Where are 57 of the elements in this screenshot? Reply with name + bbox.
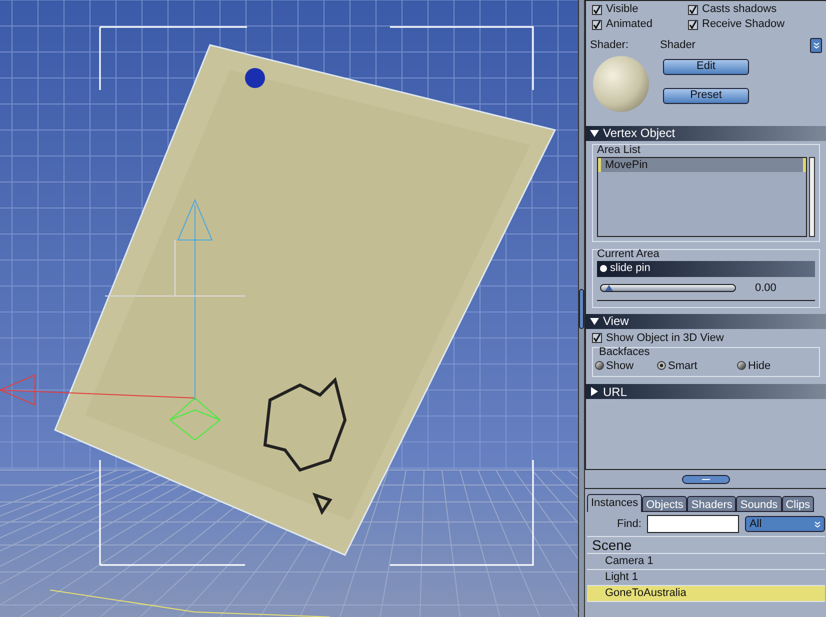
scene-item[interactable]: Camera 1 [587, 554, 826, 570]
radio-option[interactable]: Show [595, 358, 657, 374]
checkbox[interactable] [592, 4, 602, 14]
browser-tab[interactable]: Instances [587, 494, 642, 512]
browser-tab[interactable]: Sounds [736, 496, 782, 512]
browser-tab[interactable]: Clips [782, 496, 814, 512]
splitter-handle[interactable] [579, 288, 584, 328]
checkbox-label: Show Object in 3D View [606, 330, 724, 346]
checkbox-label: Animated [606, 17, 652, 32]
checkbox-label: Receive Shadow [702, 17, 785, 32]
checkbox-label: Visible [606, 2, 638, 18]
check-icon [593, 334, 601, 342]
section-header[interactable]: View [586, 314, 826, 328]
checkbox[interactable] [688, 4, 698, 14]
area-list[interactable]: MovePin [597, 156, 808, 236]
slider-value: 0.00 [755, 280, 776, 296]
dropdown-button[interactable] [810, 38, 822, 53]
triangle-right-icon [590, 387, 599, 396]
section-header[interactable]: Vertex Object [586, 126, 826, 140]
slider-track[interactable] [600, 284, 736, 292]
pane-resize-handle[interactable] [682, 475, 730, 484]
area-list-item[interactable]: MovePin [598, 158, 806, 172]
triangle-down-icon [590, 128, 599, 138]
find-input[interactable] [647, 515, 740, 533]
bullet-icon [600, 265, 607, 272]
radio-button[interactable] [657, 361, 666, 370]
scene-group-header[interactable]: Scene [587, 536, 826, 554]
browser-tab[interactable]: Shaders [687, 496, 736, 512]
viewport-3d-drawing[interactable] [0, 0, 578, 617]
checkbox[interactable] [688, 20, 698, 30]
chevron-down-icon [814, 520, 822, 528]
shader-name: Shader [660, 38, 696, 53]
scrollbar[interactable] [809, 156, 816, 236]
area-name-bar: slide pin [597, 260, 816, 276]
radio-button[interactable] [737, 361, 746, 370]
radio-option[interactable]: Smart [657, 358, 737, 374]
group-label: Current Area [597, 248, 660, 260]
find-label: Find: [617, 516, 642, 532]
group-label: Area List [597, 144, 642, 156]
radio-option[interactable]: Hide [737, 358, 818, 374]
filter-dropdown[interactable]: All [745, 516, 826, 532]
chevron-down-icon [812, 42, 820, 49]
checkbox[interactable] [592, 20, 602, 30]
browser-tab[interactable]: Objects [642, 496, 688, 512]
group-label: Backfaces [598, 346, 651, 358]
shader-label: Shader: [590, 38, 630, 53]
panel-splitter[interactable] [578, 0, 585, 617]
shader-button[interactable]: Edit [663, 58, 749, 74]
slider-thumb[interactable] [605, 284, 613, 291]
radio-button[interactable] [595, 361, 604, 370]
triangle-down-icon [590, 316, 599, 326]
scene-item[interactable]: GoneToAustralia [587, 586, 826, 602]
checkbox-label: Casts shadows [702, 2, 777, 18]
checkbox[interactable] [592, 333, 602, 343]
section-header[interactable]: URL [586, 384, 826, 399]
scene-item[interactable]: Light 1 [587, 570, 826, 586]
shader-button[interactable]: Preset [663, 88, 749, 104]
